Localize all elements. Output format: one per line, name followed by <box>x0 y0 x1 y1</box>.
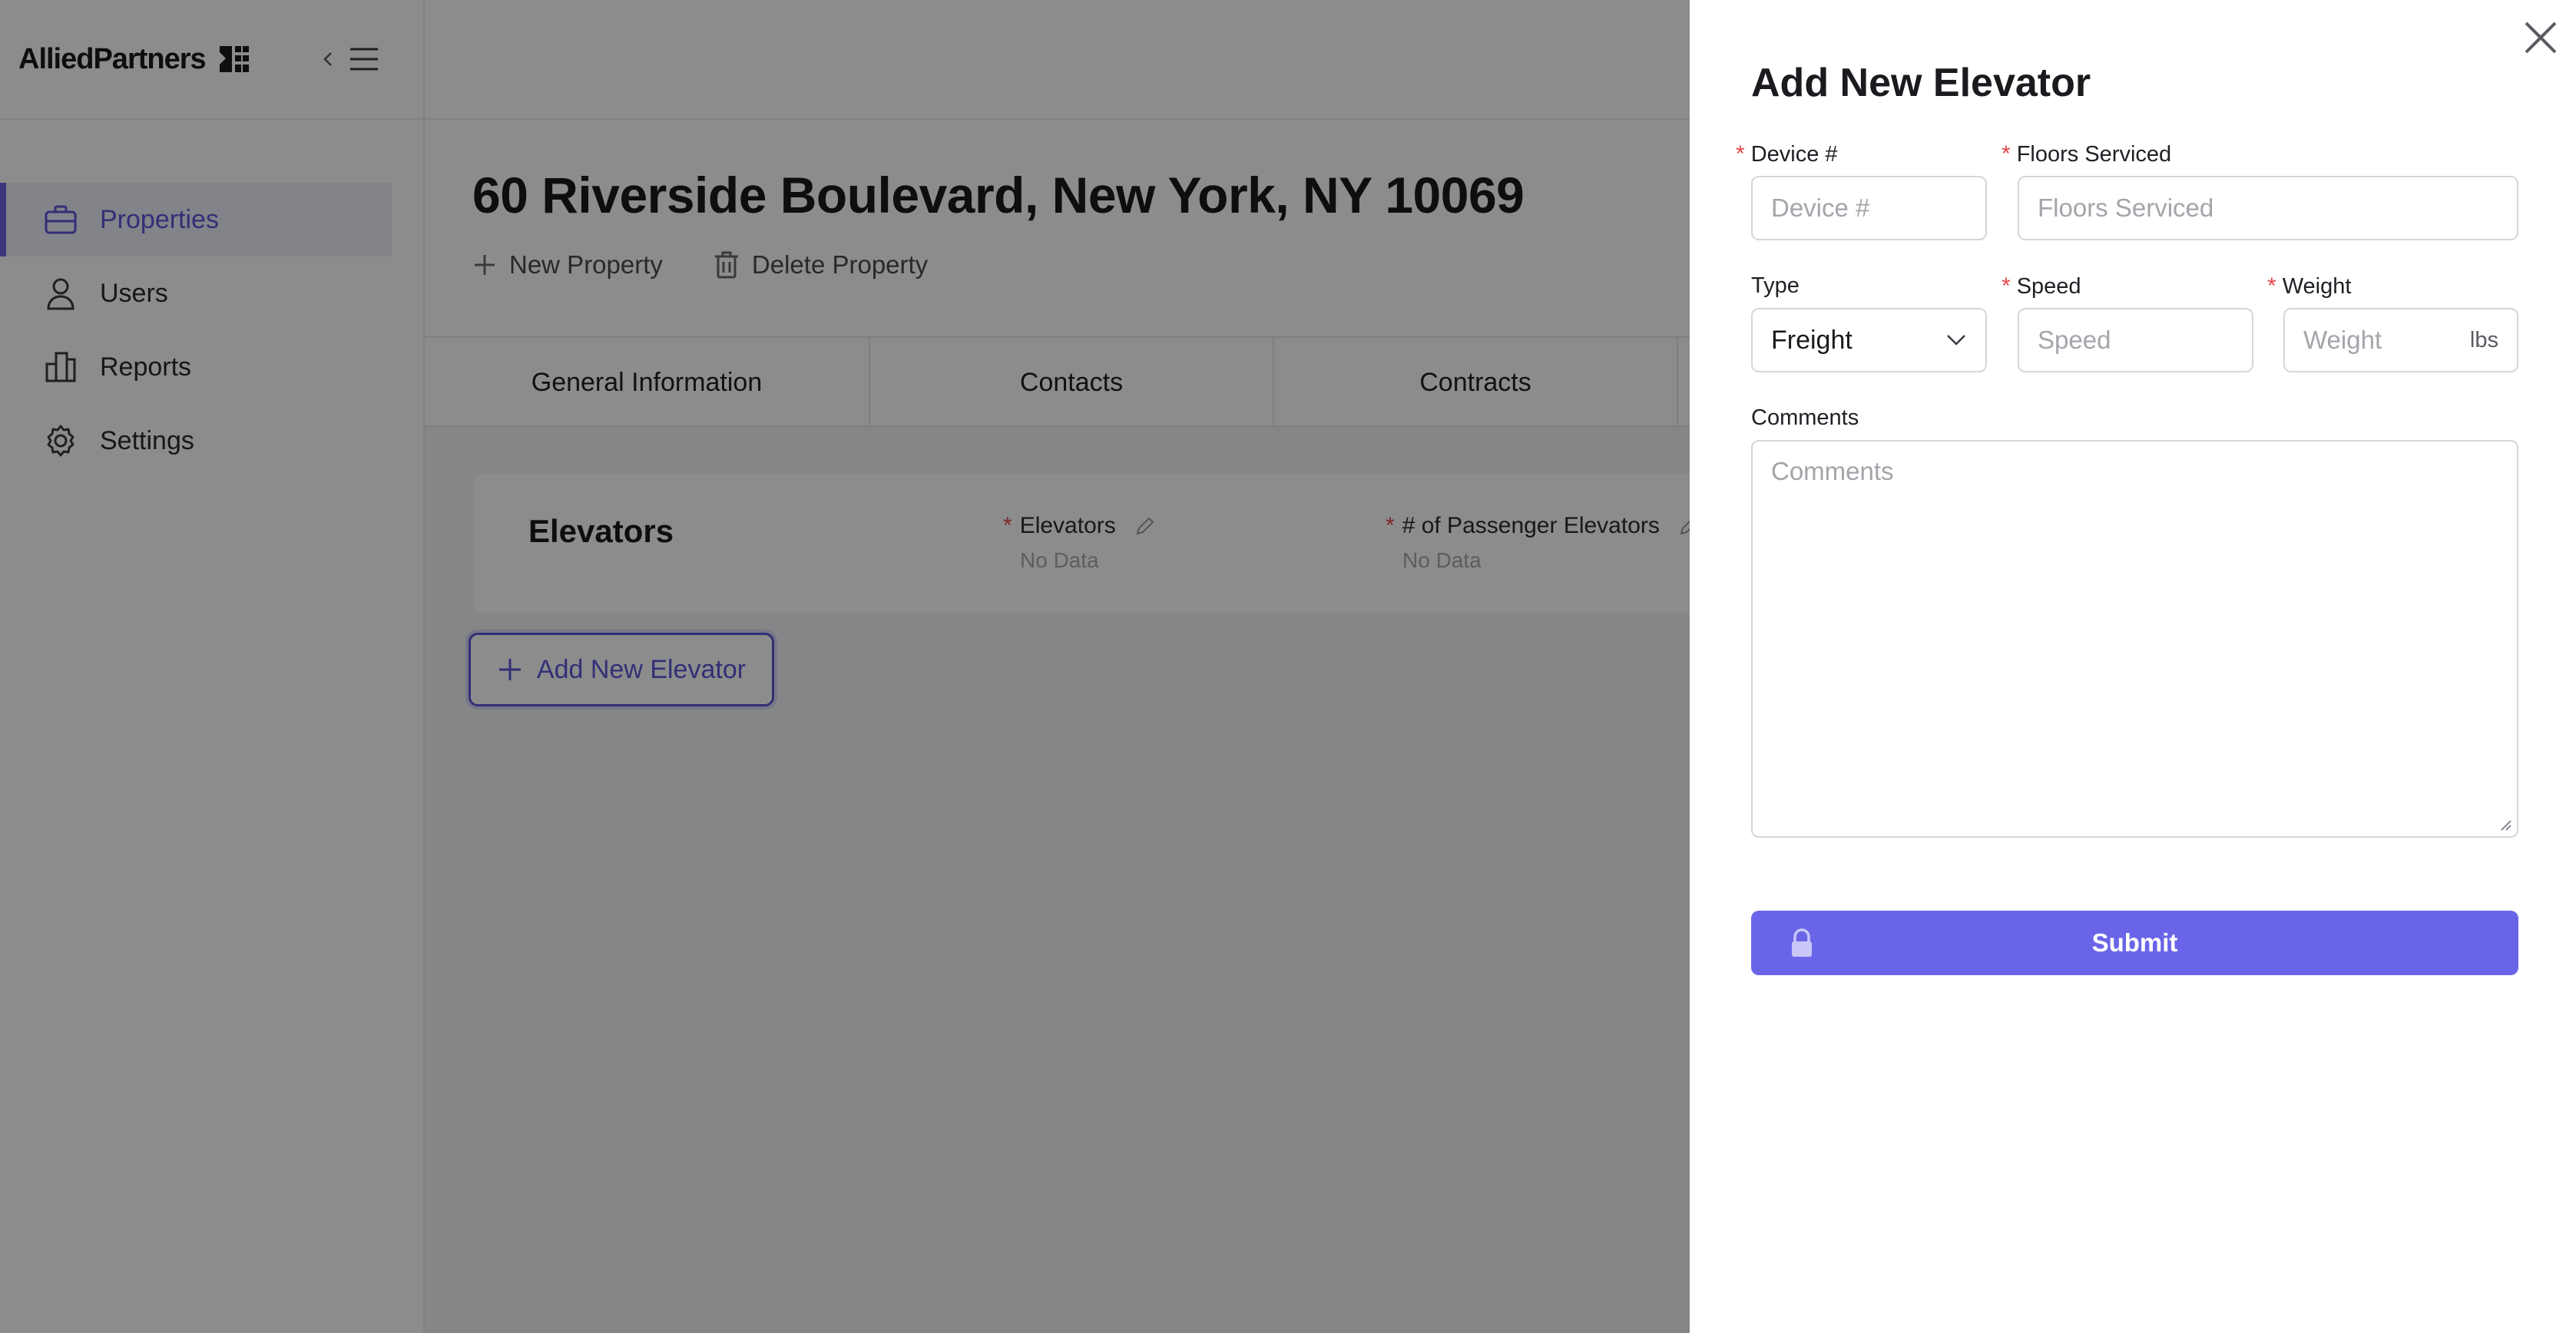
device-number-input[interactable]: Device # <box>1751 176 1987 240</box>
floors-serviced-label: * Floors Serviced <box>2002 141 2171 167</box>
required-marker: * <box>2267 273 2276 299</box>
speed-input[interactable]: Speed <box>2018 308 2253 372</box>
device-number-placeholder: Device # <box>1771 194 1870 222</box>
device-number-label: * Device # <box>1736 141 1838 167</box>
chevron-down-icon <box>1947 335 1965 346</box>
required-marker: * <box>2002 273 2011 299</box>
weight-label: * Weight <box>2267 273 2351 299</box>
floors-serviced-placeholder: Floors Serviced <box>2038 194 2214 222</box>
required-marker: * <box>1736 141 1745 167</box>
weight-label-text: Weight <box>2282 273 2352 299</box>
drawer-title: Add New Elevator <box>1751 61 2091 105</box>
speed-label: * Speed <box>2002 273 2081 299</box>
floors-serviced-input[interactable]: Floors Serviced <box>2018 176 2518 240</box>
type-label: Type <box>1751 273 1800 299</box>
comments-label: Comments <box>1751 405 1859 431</box>
comments-placeholder: Comments <box>1771 457 1894 485</box>
comments-textarea[interactable]: Comments <box>1751 440 2518 838</box>
resize-grip-icon[interactable] <box>2498 818 2512 832</box>
floors-serviced-label-text: Floors Serviced <box>2016 141 2172 167</box>
speed-label-text: Speed <box>2016 273 2081 299</box>
weight-unit-suffix: lbs <box>2469 327 2498 352</box>
device-number-label-text: Device # <box>1750 141 1838 167</box>
weight-input[interactable]: Weight lbs <box>2283 308 2518 372</box>
submit-label: Submit <box>2091 928 2178 957</box>
weight-placeholder: Weight <box>2303 326 2382 354</box>
type-select[interactable]: Freight <box>1751 308 1987 372</box>
required-marker: * <box>2002 141 2011 167</box>
speed-placeholder: Speed <box>2038 326 2111 354</box>
type-selected-value: Freight <box>1771 325 1853 355</box>
comments-label-text: Comments <box>1751 405 1859 430</box>
submit-button[interactable]: Submit <box>1751 911 2518 975</box>
close-drawer-button[interactable] <box>2520 17 2561 58</box>
type-label-text: Type <box>1751 273 1800 298</box>
lock-icon <box>1792 928 1812 957</box>
close-icon <box>2525 22 2557 54</box>
